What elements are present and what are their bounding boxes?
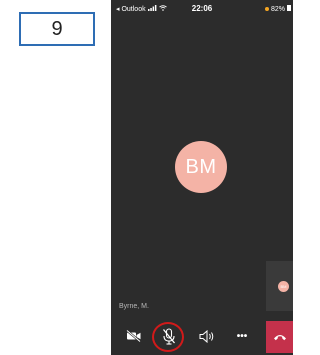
mute-button[interactable] [156, 323, 182, 349]
speaker-button[interactable] [194, 323, 220, 349]
phone-screen: ◂ Outlook 22:06 82% BM Byrne, M. BM ••• [111, 0, 293, 355]
speaker-icon [199, 329, 216, 343]
more-options-button[interactable]: ••• [229, 323, 255, 349]
end-call-button[interactable] [266, 321, 293, 353]
video-toggle-button[interactable] [121, 323, 147, 349]
step-number-box: 9 [19, 12, 95, 46]
status-bar: ◂ Outlook 22:06 82% [111, 0, 293, 17]
self-view-tile[interactable]: BM [266, 261, 293, 311]
status-right: 82% [264, 5, 291, 13]
caller-avatar-initials: BM [185, 155, 217, 178]
battery-saver-dot-icon [264, 7, 269, 11]
step-number: 9 [51, 17, 63, 40]
caller-name: Byrne, M. [119, 303, 149, 310]
battery-percent: 82% [270, 5, 285, 13]
self-avatar: BM [278, 281, 289, 292]
caller-avatar: BM [175, 141, 227, 193]
call-controls-bar: ••• [111, 318, 293, 355]
self-avatar-initials: BM [280, 284, 287, 289]
video-off-icon [126, 330, 142, 342]
more-options-icon: ••• [236, 330, 248, 342]
mic-muted-icon [162, 327, 176, 345]
battery-icon [287, 5, 291, 13]
end-call-icon [273, 328, 287, 346]
